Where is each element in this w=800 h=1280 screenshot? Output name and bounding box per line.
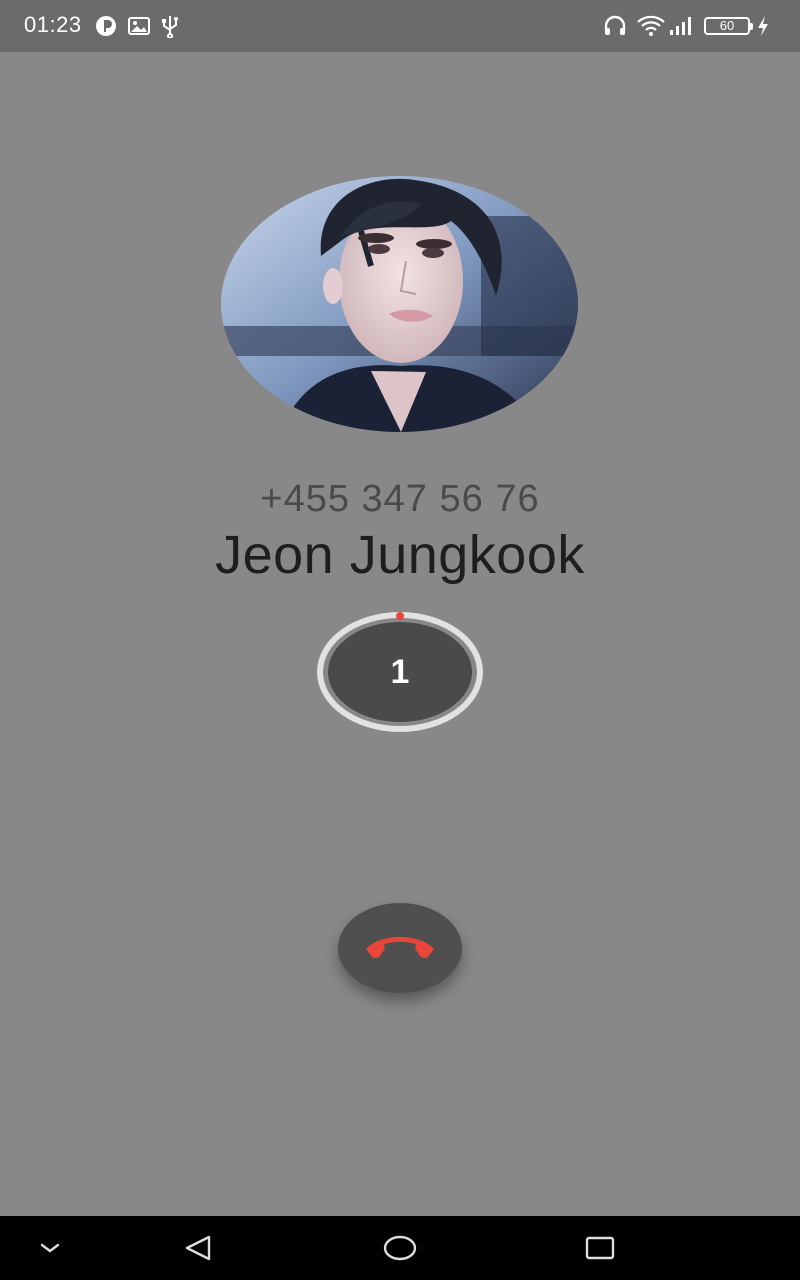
status-bar: 01:23 60 (0, 0, 800, 52)
contact-avatar (221, 176, 578, 432)
battery-icon: 60 (704, 17, 753, 35)
home-icon[interactable] (381, 1230, 419, 1271)
pinned-app-icon (94, 14, 118, 43)
navigation-bar (0, 1216, 800, 1280)
status-time: 01:23 (24, 12, 82, 37)
recents-icon[interactable] (583, 1230, 617, 1271)
signal-icon (668, 14, 694, 43)
call-timer-progress-dot (396, 612, 404, 620)
wifi-icon (636, 14, 666, 43)
back-icon[interactable] (181, 1230, 217, 1271)
hang-up-phone-icon (360, 931, 440, 966)
avatar-photo (221, 176, 578, 432)
call-timer-count: 1 (390, 652, 410, 691)
headphones-icon (602, 14, 628, 43)
end-call-button[interactable] (338, 903, 462, 993)
caller-name: Jeon Jungkook (215, 525, 585, 585)
caller-phone-number: +455 347 56 76 (260, 478, 540, 520)
gallery-icon (127, 14, 151, 43)
collapse-icon[interactable] (36, 1230, 64, 1271)
charging-icon (756, 14, 770, 43)
usb-icon (159, 14, 181, 43)
